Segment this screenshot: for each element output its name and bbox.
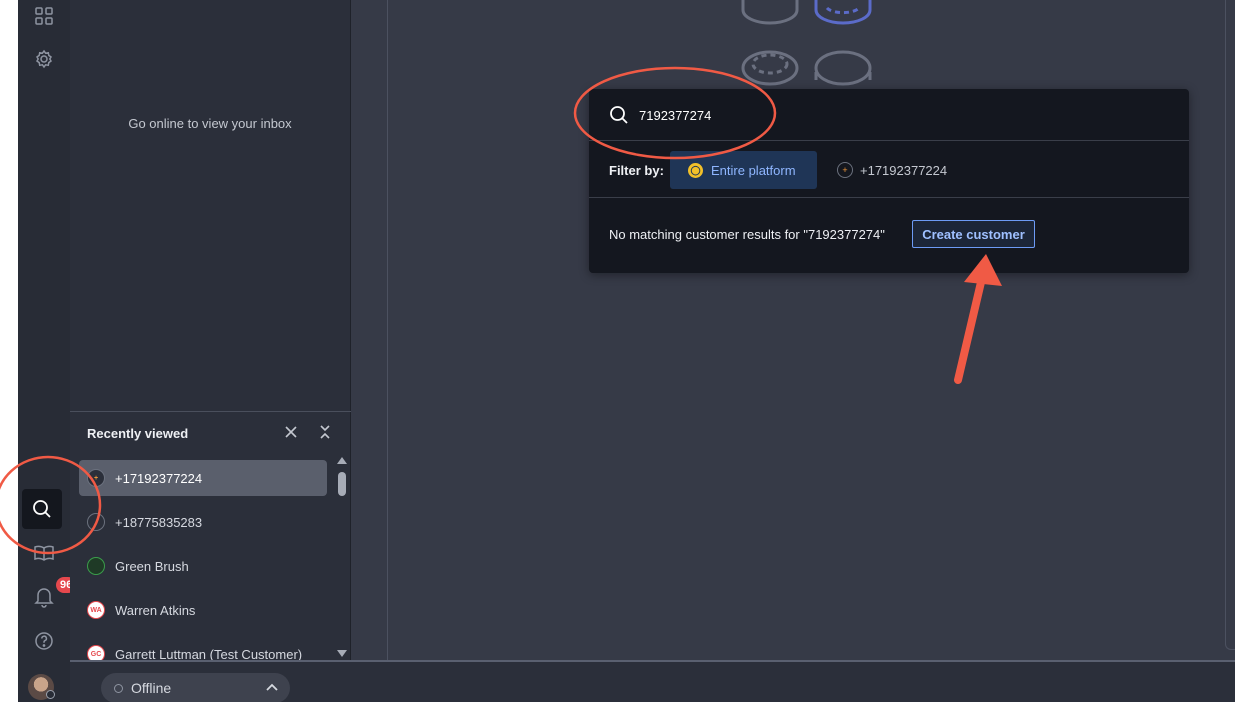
recent-item-label: +17192377224 xyxy=(115,470,203,486)
left-rail: 96 xyxy=(18,0,77,702)
apps-grid-icon[interactable] xyxy=(28,0,60,32)
phone-contact-icon: + xyxy=(87,469,105,487)
inbox-offline-message: Go online to view your inbox xyxy=(128,116,292,131)
create-customer-button[interactable]: Create customer xyxy=(912,220,1035,248)
presence-indicator xyxy=(46,690,55,699)
recent-scrollbar[interactable] xyxy=(336,454,348,658)
close-icon[interactable] xyxy=(282,423,300,441)
status-dot-icon xyxy=(114,683,123,693)
panel-divider xyxy=(387,0,388,660)
phone-contact-icon: + xyxy=(837,162,853,178)
recent-item[interactable]: WA Warren Atkins xyxy=(79,592,327,628)
no-results-message: No matching customer results for "719237… xyxy=(609,227,885,242)
search-bar xyxy=(589,89,1189,141)
window-edge xyxy=(0,0,18,702)
search-icon xyxy=(610,106,628,124)
search-card: Filter by: ◯ Entire platform + +17192377… xyxy=(589,89,1189,273)
initials-avatar-icon: WA xyxy=(87,601,105,619)
scroll-thumb[interactable] xyxy=(338,472,346,496)
recent-item[interactable]: + +17192377224 xyxy=(79,460,327,496)
status-bar: Offline xyxy=(70,660,1235,702)
search-input[interactable] xyxy=(639,104,1039,126)
filter-phone-number[interactable]: + +17192377224 xyxy=(837,151,947,189)
filter-bar: Filter by: ◯ Entire platform + +17192377… xyxy=(589,142,1189,198)
filter-phone-label: +17192377224 xyxy=(860,162,948,178)
phone-contact-icon xyxy=(87,513,105,531)
recent-item[interactable]: Green Brush xyxy=(79,548,327,584)
recently-viewed-panel: Recently viewed + +17192377224 +18775835… xyxy=(70,411,351,663)
filter-label: Filter by: xyxy=(609,163,664,178)
chevron-up-icon xyxy=(266,683,278,691)
platform-logo-icon: ◯ xyxy=(688,162,703,178)
recent-item-label: +18775835283 xyxy=(115,514,203,530)
search-icon xyxy=(33,500,51,518)
search-results: No matching customer results for "719237… xyxy=(589,199,1189,273)
recent-item[interactable]: +18775835283 xyxy=(79,504,327,540)
content-edge xyxy=(1225,0,1235,650)
search-nav-button[interactable] xyxy=(22,489,62,529)
recent-item-label: Warren Atkins xyxy=(115,602,196,618)
filter-entire-platform[interactable]: ◯ Entire platform xyxy=(670,151,817,189)
help-icon[interactable] xyxy=(28,625,60,657)
company-logo-icon xyxy=(87,557,105,575)
empty-state-illustration xyxy=(741,0,872,86)
availability-label: Offline xyxy=(131,680,172,696)
knowledge-book-icon[interactable] xyxy=(28,537,60,569)
settings-gear-icon[interactable] xyxy=(28,43,60,75)
recent-item-label: Green Brush xyxy=(115,558,189,574)
filter-entire-platform-label: Entire platform xyxy=(711,162,796,178)
recently-viewed-list: + +17192377224 +18775835283 Green Brush … xyxy=(79,460,327,680)
collapse-icon[interactable] xyxy=(316,423,334,441)
availability-toggle[interactable]: Offline xyxy=(101,673,290,702)
recently-viewed-title: Recently viewed xyxy=(87,426,189,441)
inbox-panel: Go online to view your inbox Recently vi… xyxy=(70,0,351,663)
annotation-arrow-shaft xyxy=(954,274,986,384)
